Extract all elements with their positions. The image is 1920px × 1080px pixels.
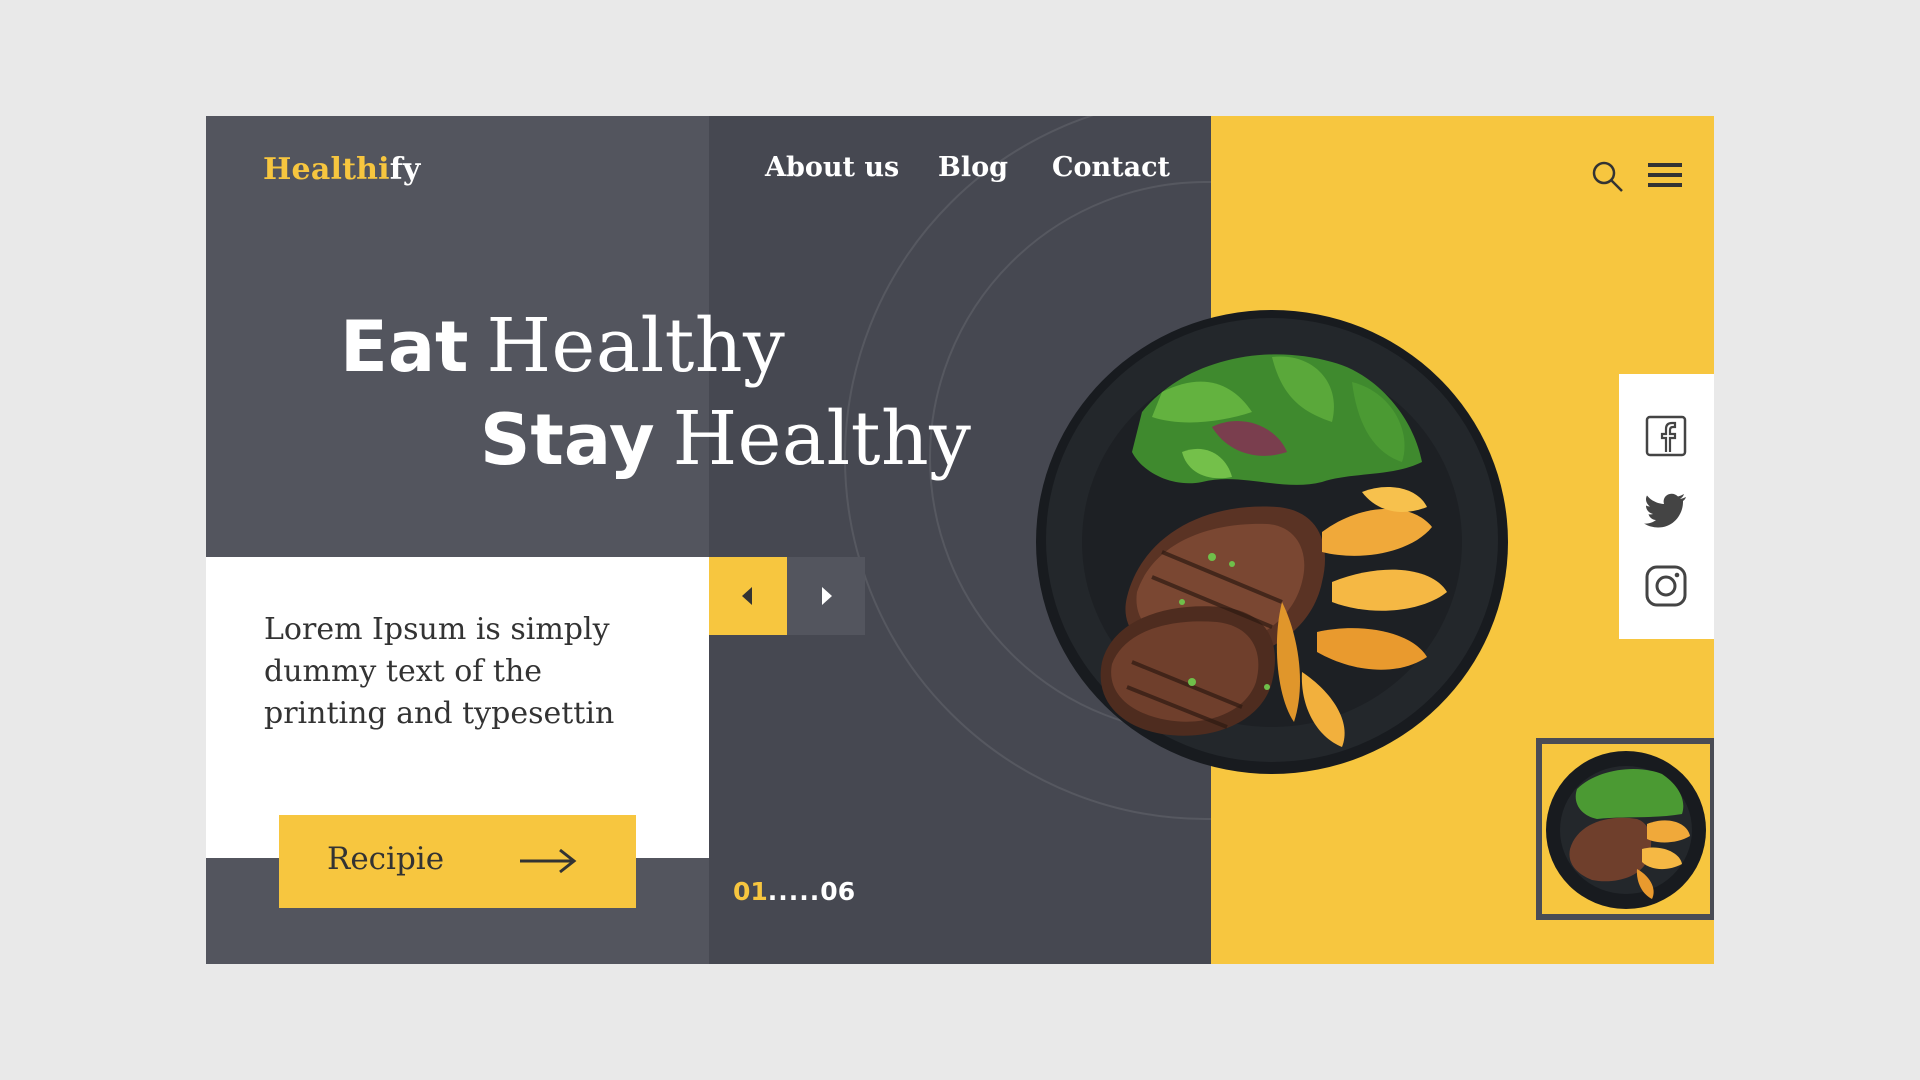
caret-left-icon <box>742 587 752 605</box>
hero-line1-light: Healthy <box>486 303 786 389</box>
slide-thumbnail[interactable] <box>1536 738 1714 920</box>
search-icon <box>1592 161 1623 192</box>
hero-headline-line2: Stay Healthy <box>480 402 971 476</box>
hamburger-menu-icon <box>1648 163 1682 187</box>
hero-line2-bold: Stay <box>480 399 655 481</box>
pager-dots[interactable]: ..... <box>768 877 821 906</box>
nav-about-us[interactable]: About us <box>765 152 899 183</box>
landing-page: Healthify About us Blog Contact Eat Healt… <box>206 116 1714 964</box>
description-card: Lorem Ipsum is simply dummy text of the … <box>206 557 709 858</box>
brand-logo[interactable]: Healthify <box>263 152 420 187</box>
slider-prev-button[interactable] <box>709 557 787 635</box>
brand-logo-part1: Healthi <box>263 152 390 187</box>
hero-line1-bold: Eat <box>340 306 469 388</box>
hero-line2-light: Healthy <box>672 396 972 482</box>
nav-contact[interactable]: Contact <box>1052 152 1170 183</box>
social-links-bar <box>1619 374 1714 639</box>
search-button[interactable] <box>1591 160 1625 198</box>
food-plate-image <box>1032 302 1515 775</box>
arrow-right-icon <box>520 848 577 874</box>
slide-pager: 01.....06 <box>733 877 855 906</box>
nav-blog[interactable]: Blog <box>938 152 1008 183</box>
thumbnail-food-image <box>1546 751 1706 909</box>
brand-logo-part2: fy <box>389 152 421 187</box>
caret-right-icon <box>822 587 832 605</box>
recipe-button-label: Recipie <box>327 841 445 877</box>
menu-button[interactable] <box>1648 161 1682 193</box>
twitter-icon[interactable] <box>1644 491 1688 531</box>
recipe-button[interactable]: Recipie <box>279 815 636 908</box>
pager-current: 01 <box>733 877 768 906</box>
pager-total: 06 <box>820 877 856 906</box>
instagram-icon[interactable] <box>1644 564 1688 608</box>
hero-headline-line1: Eat Healthy <box>340 309 785 383</box>
facebook-icon[interactable] <box>1644 414 1688 458</box>
description-text: Lorem Ipsum is simply dummy text of the … <box>264 612 615 731</box>
slider-next-button[interactable] <box>787 557 865 635</box>
